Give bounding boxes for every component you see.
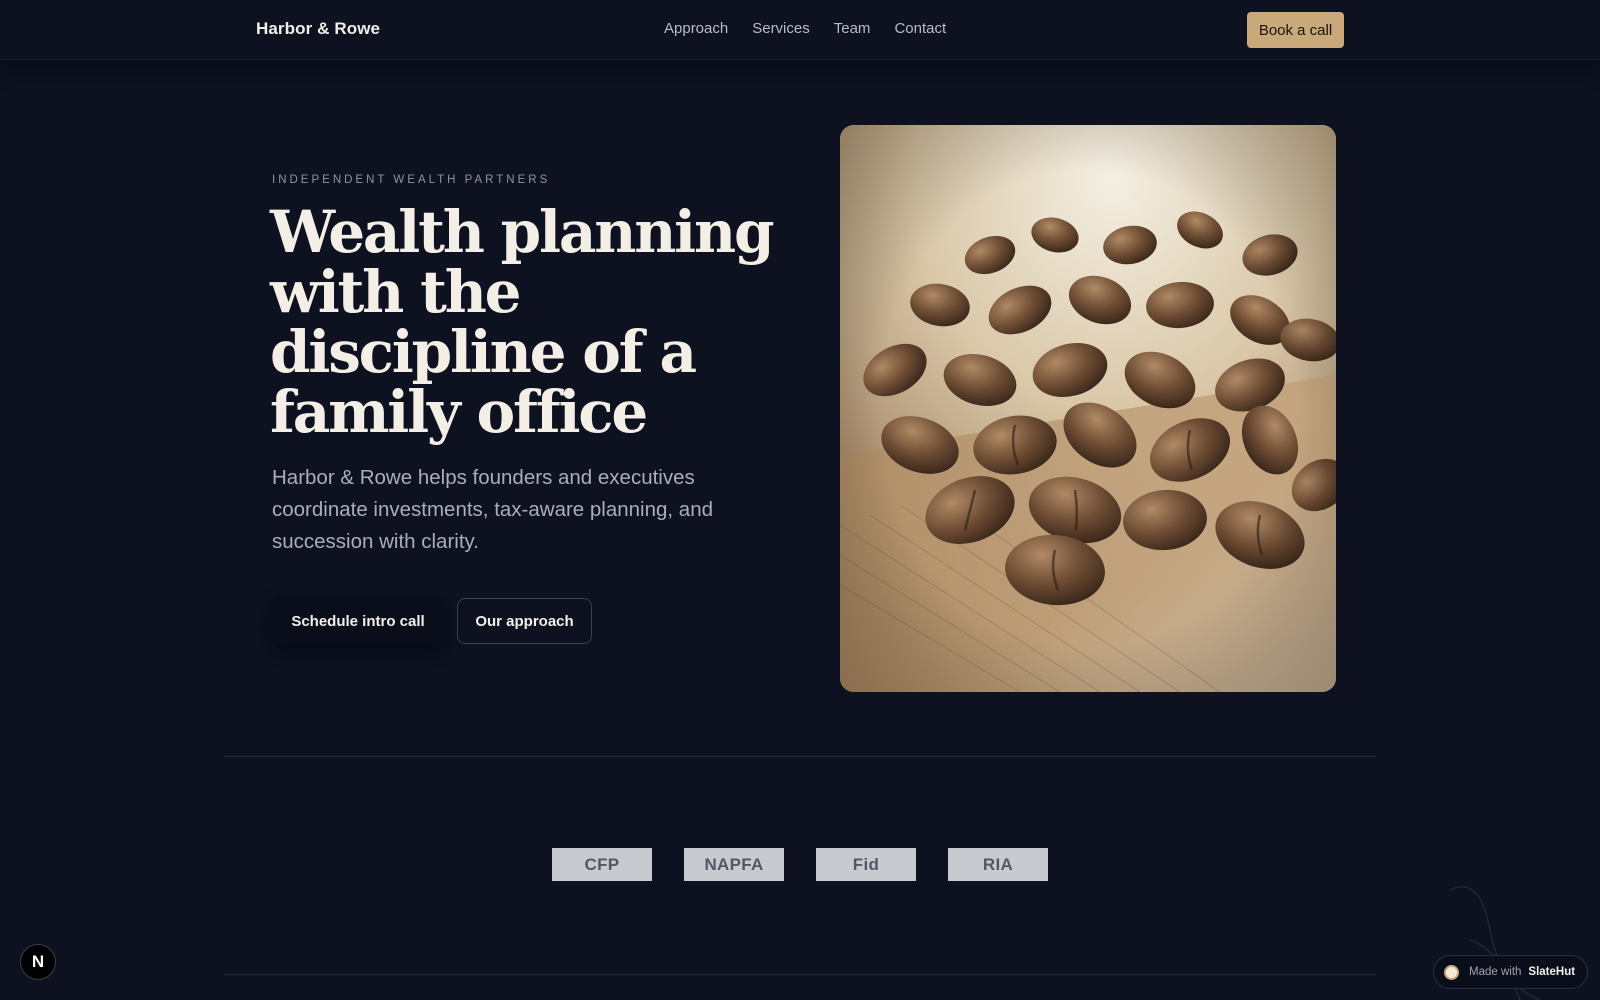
made-with-dot-icon bbox=[1444, 964, 1459, 980]
hero-subtitle: Harbor & Rowe helps founders and executi… bbox=[272, 466, 714, 553]
coffee-beans-photo bbox=[840, 125, 1336, 692]
hero-eyebrow: INDEPENDENT WEALTH PARTNERS bbox=[272, 174, 551, 186]
logo-cfp: CFP bbox=[552, 848, 652, 881]
n-badge-icon[interactable]: N bbox=[20, 944, 56, 980]
site-header: Harbor & Rowe Approach Services Team Con… bbox=[0, 0, 1600, 60]
nav-link-contact[interactable]: Contact bbox=[894, 20, 946, 37]
logo-fid: Fid bbox=[816, 848, 916, 881]
hero-title-line-3: discipline of a bbox=[270, 318, 697, 386]
logo-ria: RIA bbox=[948, 848, 1048, 881]
nav-link-approach[interactable]: Approach bbox=[664, 20, 728, 37]
schedule-intro-call-button[interactable]: Schedule intro call bbox=[272, 598, 444, 644]
made-with-badge[interactable]: Made with SlateHut bbox=[1433, 955, 1588, 989]
brand-logo[interactable]: Harbor & Rowe bbox=[256, 19, 380, 39]
hero-title: Wealth planning with the discipline of a… bbox=[270, 202, 790, 442]
main-nav: Approach Services Team Contact bbox=[664, 20, 970, 37]
hero-title-line-4: family office bbox=[270, 378, 648, 446]
logo-napfa: NAPFA bbox=[684, 848, 784, 881]
made-with-brand: SlateHut bbox=[1528, 966, 1576, 978]
section-divider-top bbox=[224, 756, 1376, 757]
nav-link-services[interactable]: Services bbox=[752, 20, 810, 37]
hero-title-line-2: with the bbox=[270, 258, 522, 326]
our-approach-button[interactable]: Our approach bbox=[457, 598, 592, 644]
book-call-button[interactable]: Book a call bbox=[1247, 12, 1344, 48]
made-with-prefix: Made with bbox=[1469, 966, 1522, 978]
nav-link-team[interactable]: Team bbox=[834, 20, 871, 37]
hero-image bbox=[840, 125, 1336, 692]
section-divider-bottom bbox=[224, 974, 1376, 975]
hero-title-line-1: Wealth planning bbox=[270, 198, 775, 266]
